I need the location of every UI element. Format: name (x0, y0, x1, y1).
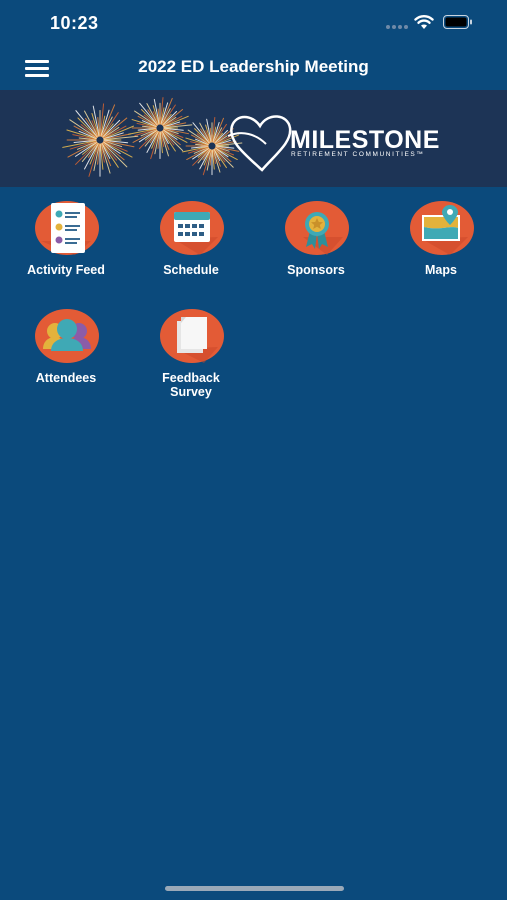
brand-tagline: RETIREMENT COMMUNITIES™ (291, 151, 425, 158)
people-icon (35, 309, 99, 363)
calendar-icon (160, 201, 224, 255)
documents-icon (160, 309, 224, 363)
wifi-icon (414, 15, 434, 29)
tile-label: Maps (425, 263, 457, 277)
cellular-signal-icon (386, 25, 408, 29)
tile-activity-feed[interactable]: Activity Feed (11, 201, 121, 301)
hamburger-line (25, 74, 49, 77)
battery-icon (443, 15, 472, 29)
tile-feedback-survey[interactable]: Feedback Survey (136, 309, 246, 409)
tile-schedule[interactable]: Schedule (136, 201, 246, 301)
award-ribbon-icon (285, 201, 349, 255)
tile-label: Feedback Survey (162, 371, 220, 399)
status-time: 10:23 (50, 13, 99, 33)
page-title: 2022 ED Leadership Meeting (138, 57, 369, 76)
tile-label: Schedule (163, 263, 219, 277)
tile-sponsors[interactable]: Sponsors (261, 201, 371, 301)
status-bar: 10:23 (0, 0, 507, 46)
tile-attendees[interactable]: Attendees (11, 309, 121, 409)
hamburger-line (25, 67, 49, 70)
tile-label: Activity Feed (27, 263, 105, 277)
hamburger-menu-icon (25, 60, 49, 63)
tile-maps[interactable]: Maps (386, 201, 496, 301)
menu-button[interactable] (21, 57, 55, 79)
tile-label: Sponsors (287, 263, 345, 277)
nav-bar: 2022 ED Leadership Meeting (0, 46, 507, 90)
activity-feed-icon (35, 201, 99, 255)
home-indicator (165, 886, 344, 891)
map-pin-icon (410, 201, 474, 255)
tile-label: Attendees (35, 371, 97, 385)
